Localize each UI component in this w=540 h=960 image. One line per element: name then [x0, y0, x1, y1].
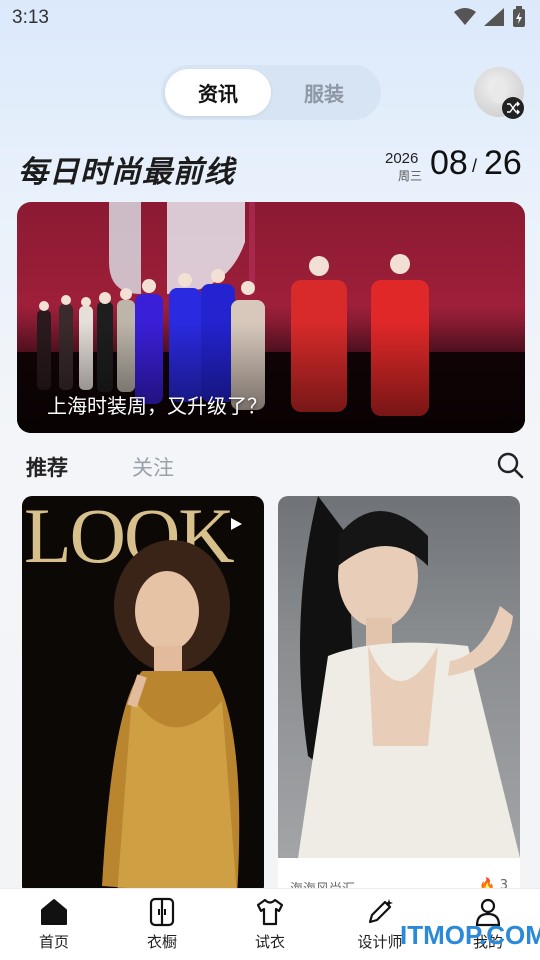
date-year: 2026: [385, 150, 419, 167]
nav-label: 设计师: [357, 933, 403, 951]
date-month: 08: [430, 144, 468, 182]
feed-card[interactable]: 海海风尚汇 🔥 3: [278, 496, 520, 896]
card-image: [102, 540, 240, 896]
nav-home[interactable]: 首页: [14, 897, 94, 952]
tab-news[interactable]: 资讯: [165, 69, 271, 116]
nav-label: 首页: [38, 933, 69, 951]
pen-icon: [368, 899, 393, 924]
date-slash: /: [472, 156, 478, 176]
date-weekday: 周三: [398, 169, 423, 183]
nav-tryon[interactable]: 试衣: [230, 897, 310, 952]
status-icons: [454, 6, 526, 28]
banner-caption: 上海时装周，又升级了？: [47, 394, 267, 418]
status-time: 3:13: [12, 7, 49, 28]
home-icon: [41, 899, 67, 925]
featured-banner[interactable]: 上海时装周，又升级了？: [17, 202, 525, 433]
wifi-icon: [454, 8, 476, 25]
shuffle-icon[interactable]: [502, 97, 524, 119]
card-image: [278, 496, 520, 858]
signal-icon: [484, 8, 504, 26]
tab-clothing[interactable]: 服装: [271, 69, 377, 116]
nav-label: 试衣: [254, 933, 285, 951]
date-day: 26: [484, 144, 522, 182]
page-title: 每日时尚最前线: [18, 155, 235, 190]
tab-follow[interactable]: 关注: [132, 452, 174, 482]
nav-wardrobe[interactable]: 衣橱: [122, 897, 202, 952]
news-clothing-switch: 资讯 服装: [161, 65, 381, 120]
battery-icon: [513, 6, 525, 27]
status-bar: 3:13: [0, 0, 540, 36]
tshirt-icon: [256, 898, 284, 926]
search-icon[interactable]: [496, 451, 524, 479]
nav-label: 衣橱: [146, 933, 177, 951]
feed-card[interactable]: LOOK: [22, 496, 264, 896]
tab-recommend[interactable]: 推荐: [26, 452, 68, 482]
video-icon: [231, 518, 242, 530]
watermark-logo: ITMOP.COM: [400, 920, 540, 950]
wardrobe-icon: [149, 897, 175, 927]
